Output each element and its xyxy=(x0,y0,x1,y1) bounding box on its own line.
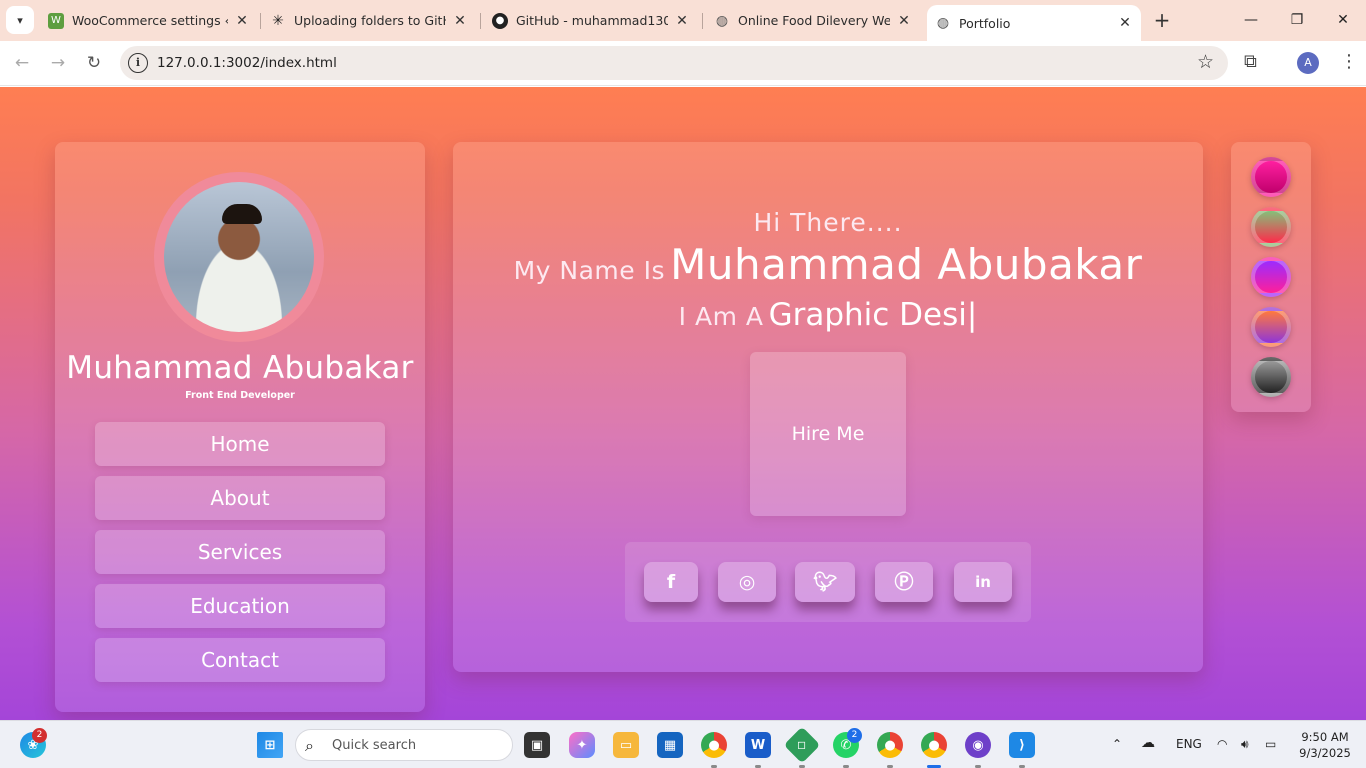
clock-date: 9/3/2025 xyxy=(1299,746,1351,760)
battery-icon[interactable]: ▭ xyxy=(1265,737,1276,751)
widgets-badge: 2 xyxy=(32,728,47,743)
profile-photo-frame xyxy=(154,172,324,342)
search-icon: ⌕ xyxy=(305,736,314,755)
github-desktop-icon[interactable]: ◉ xyxy=(965,732,991,758)
woocommerce-icon: W xyxy=(48,12,64,29)
hero-role-prefix: I Am A xyxy=(678,302,764,331)
tab-search-button[interactable]: ▾ xyxy=(6,6,34,34)
twitter-icon[interactable]: 🐦︎ xyxy=(795,562,855,602)
chatgpt-icon: ✳ xyxy=(272,12,284,29)
restore-button[interactable]: ❐ xyxy=(1282,8,1312,32)
browser-toolbar: ← → ↻ i 127.0.0.1:3002/index.html ☆ ⧉ ⋮ xyxy=(0,41,1366,86)
tab-portfolio[interactable]: ◍ Portfolio ✕ xyxy=(927,5,1141,41)
github-icon: ● xyxy=(492,12,508,29)
portfolio-page: Muhammad Abubakar Front End Developer Ho… xyxy=(0,87,1366,720)
instagram-icon[interactable]: ◎ xyxy=(718,562,776,602)
swatch-gray[interactable] xyxy=(1251,357,1291,397)
reload-icon[interactable]: ↻ xyxy=(82,51,106,75)
copilot-icon[interactable]: ✦ xyxy=(569,732,595,758)
swatch-green-red[interactable] xyxy=(1251,207,1291,247)
start-icon[interactable]: ⊞ xyxy=(257,732,283,758)
nav-about-button[interactable]: About xyxy=(95,476,385,520)
vscode-icon[interactable]: ⟩ xyxy=(1009,732,1035,758)
task-view-icon[interactable]: ▣ xyxy=(524,732,550,758)
search-placeholder: Quick search xyxy=(332,738,417,753)
menu-icon[interactable]: ⋮ xyxy=(1340,51,1358,72)
hero-role-line: I Am A Graphic Desi| xyxy=(453,297,1203,333)
hero-name-line: My Name Is Muhammad Abubakar xyxy=(453,240,1203,289)
taskbar-search[interactable]: ⌕ Quick search xyxy=(295,729,513,761)
tab-chatgpt[interactable]: ✳ Uploading folders to GitHub ✕ xyxy=(262,6,476,35)
extensions-icon[interactable]: ⧉ xyxy=(1244,51,1257,72)
tab-title: GitHub - muhammad13034/ xyxy=(516,13,668,28)
file-explorer-icon[interactable]: ▭ xyxy=(613,732,639,758)
site-info-icon[interactable]: i xyxy=(128,53,148,73)
onedrive-icon[interactable]: ☁ xyxy=(1141,735,1155,751)
swatch-magenta[interactable] xyxy=(1251,157,1291,197)
profile-avatar[interactable]: A xyxy=(1297,52,1319,74)
hero-greeting: Hi There.... xyxy=(753,208,903,237)
social-links: f ◎ 🐦︎ Ⓟ in xyxy=(625,542,1031,622)
close-window-button[interactable]: ✕ xyxy=(1328,8,1358,32)
address-bar[interactable]: i 127.0.0.1:3002/index.html ☆ xyxy=(120,46,1228,80)
profile-role: Front End Developer xyxy=(185,390,295,401)
hero-role-typed: Graphic Desi| xyxy=(768,297,978,333)
clock[interactable]: 9:50 AM 9/3/2025 xyxy=(1296,729,1354,761)
nav-home-button[interactable]: Home xyxy=(95,422,385,466)
windows-taskbar: ❀ 2 ⊞ ⌕ Quick search ▣ ✦ ▭ ▦ ● W ◇ ✆ 2 ●… xyxy=(0,720,1366,768)
nav-education-button[interactable]: Education xyxy=(95,584,385,628)
language-indicator[interactable]: ENG xyxy=(1176,737,1202,751)
close-icon[interactable]: ✕ xyxy=(1117,15,1133,31)
browser-tab-bar: ▾ W WooCommerce settings ‹ W ✕ ✳ Uploadi… xyxy=(0,0,1366,41)
microsoft-store-icon[interactable]: ▦ xyxy=(657,732,683,758)
word-icon[interactable]: W xyxy=(745,732,771,758)
facebook-icon[interactable]: f xyxy=(644,562,698,602)
hero-name: Muhammad Abubakar xyxy=(670,240,1143,289)
chrome-profile-icon[interactable]: ● xyxy=(877,732,903,758)
bookmark-star-icon[interactable]: ☆ xyxy=(1197,51,1214,73)
profile-name: Muhammad Abubakar xyxy=(66,350,414,386)
linkedin-icon[interactable]: in xyxy=(954,562,1012,602)
url-text[interactable]: 127.0.0.1:3002/index.html xyxy=(157,55,337,71)
theme-color-picker xyxy=(1231,142,1311,412)
tab-github[interactable]: ● GitHub - muhammad13034/ ✕ xyxy=(484,6,698,35)
forward-icon[interactable]: → xyxy=(46,51,70,75)
hero-name-prefix: My Name Is xyxy=(513,256,666,285)
globe-icon: ◍ xyxy=(715,12,729,29)
hero-panel: Hi There.... My Name Is Muhammad Abubaka… xyxy=(453,142,1203,672)
tab-title: WooCommerce settings ‹ W xyxy=(72,13,228,28)
tab-title: Portfolio xyxy=(959,15,1011,31)
chrome-active-icon[interactable]: ● xyxy=(921,732,947,758)
close-icon[interactable]: ✕ xyxy=(896,13,912,29)
close-icon[interactable]: ✕ xyxy=(234,13,250,29)
swatch-orange-purple[interactable] xyxy=(1251,307,1291,347)
profile-sidebar: Muhammad Abubakar Front End Developer Ho… xyxy=(55,142,425,712)
nav-services-button[interactable]: Services xyxy=(95,530,385,574)
close-icon[interactable]: ✕ xyxy=(452,13,468,29)
chrome-icon[interactable]: ● xyxy=(701,732,727,758)
profile-photo xyxy=(164,182,314,332)
nav-contact-button[interactable]: Contact xyxy=(95,638,385,682)
tab-woocommerce[interactable]: W WooCommerce settings ‹ W ✕ xyxy=(40,6,258,35)
whatsapp-badge: 2 xyxy=(847,728,862,743)
clock-time: 9:50 AM xyxy=(1301,730,1349,744)
pinterest-icon[interactable]: Ⓟ xyxy=(875,562,933,602)
close-icon[interactable]: ✕ xyxy=(674,13,690,29)
tab-title: Online Food Dilevery Websit xyxy=(738,13,890,28)
globe-icon: ◍ xyxy=(936,15,950,31)
wifi-icon[interactable]: ◠ xyxy=(1217,737,1227,751)
tab-food-delivery[interactable]: ◍ Online Food Dilevery Websit ✕ xyxy=(706,6,920,35)
dev-app-icon[interactable]: ◇ xyxy=(783,726,821,764)
swatch-purple-pink[interactable] xyxy=(1251,257,1291,297)
tab-title: Uploading folders to GitHub xyxy=(294,13,446,28)
volume-icon[interactable]: 🔊︎ xyxy=(1241,737,1249,752)
hire-me-button[interactable]: Hire Me xyxy=(750,352,906,516)
back-icon[interactable]: ← xyxy=(10,51,34,75)
chevron-up-icon[interactable]: ⌃ xyxy=(1112,737,1122,751)
new-tab-button[interactable]: + xyxy=(1150,8,1174,32)
minimize-button[interactable]: — xyxy=(1236,8,1266,32)
